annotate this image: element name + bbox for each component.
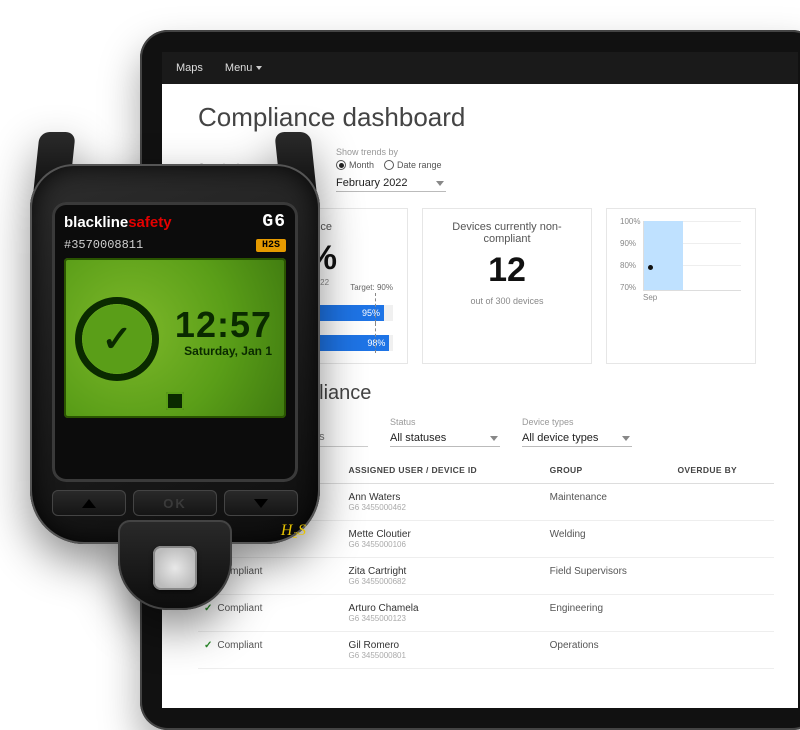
device-chin	[118, 520, 232, 610]
check-icon: ✓	[102, 318, 132, 360]
target-label: Target: 90%	[350, 283, 393, 292]
filter-status: Status All statuses	[390, 417, 500, 447]
sensor-icon	[153, 546, 197, 590]
device-id: G6 3455000462	[349, 503, 538, 512]
card-trend: 100% 90% 80% 70% Sep	[606, 208, 756, 364]
user-name: Ann Waters	[349, 492, 538, 503]
device-up-button[interactable]	[52, 490, 126, 516]
trend-tick: 90%	[620, 239, 636, 248]
bar-cal-value: 98%	[367, 338, 385, 348]
top-nav: Maps Menu	[162, 52, 798, 84]
device-serial: #3570008811	[64, 238, 143, 252]
brand-blackline: blackline	[64, 214, 128, 231]
nav-maps-label: Maps	[176, 62, 203, 74]
device-id: G6 3455000123	[349, 614, 538, 623]
trends-radio-group: Month Date range	[336, 160, 446, 170]
overdue-cell	[671, 595, 774, 632]
device-model: G6	[262, 212, 286, 232]
gas-script-label: H₂S	[281, 522, 306, 540]
overdue-cell	[671, 484, 774, 521]
device-screen: ✓ 12:57 Saturday, Jan 1	[64, 258, 286, 418]
triangle-down-icon	[254, 499, 268, 508]
device-id: G6 3455000106	[349, 540, 538, 549]
user-name: Mette Cloutier	[349, 529, 538, 540]
page-title: Compliance dashboard	[198, 102, 774, 133]
status-text: Compliant	[217, 640, 262, 651]
overdue-cell	[671, 632, 774, 669]
radio-range-label: Date range	[397, 160, 442, 170]
device-date: Saturday, Jan 1	[184, 344, 272, 358]
group-cell: Maintenance	[544, 484, 672, 521]
brand-safety: safety	[128, 214, 171, 231]
device-id: G6 3455000801	[349, 651, 538, 660]
trend-xstart: Sep	[643, 293, 741, 302]
filter-trends: Show trends by Month Date range February…	[336, 147, 446, 192]
trend-tick: 70%	[620, 283, 636, 292]
status-label: Status	[390, 417, 500, 427]
g6-device: blacklinesafety G6 #3570008811 H2S ✓ 12:…	[10, 150, 340, 620]
month-value: February 2022	[336, 177, 408, 189]
trend-tick: 80%	[620, 261, 636, 270]
noncompliant-sub: out of 300 devices	[437, 296, 577, 306]
check-icon: ✓	[204, 640, 212, 651]
status-cell: ✓ Compliant	[204, 640, 337, 651]
device-face: blacklinesafety G6 #3570008811 H2S ✓ 12:…	[52, 202, 298, 482]
card-noncompliant: Devices currently non-compliant 12 out o…	[422, 208, 592, 364]
radio-month-label: Month	[349, 160, 374, 170]
device-ok-button[interactable]: OK	[133, 490, 217, 516]
status-ok-icon: ✓	[80, 302, 154, 376]
nav-menu-label: Menu	[225, 62, 253, 74]
user-name: Gil Romero	[349, 640, 538, 651]
col-group[interactable]: GROUP	[544, 457, 672, 484]
device-serial-row: #3570008811 H2S	[64, 238, 286, 252]
bar-bump-value: 95%	[362, 308, 380, 318]
types-value: All device types	[522, 432, 598, 444]
table-row[interactable]: ✓ Compliant Gil RomeroG6 3455000801 Operati…	[198, 632, 774, 669]
nav-menu[interactable]: Menu	[225, 62, 263, 74]
group-cell: Operations	[544, 632, 672, 669]
radio-off-icon	[384, 160, 394, 170]
col-overdue[interactable]: OVERDUE BY	[671, 457, 774, 484]
trend-area	[644, 221, 683, 290]
month-select[interactable]: February 2022	[336, 175, 446, 192]
filter-device-types: Device types All device types	[522, 417, 632, 447]
group-cell: Engineering	[544, 595, 672, 632]
target-line-icon	[375, 293, 376, 323]
user-name: Zita Cartright	[349, 566, 538, 577]
noncompliant-value: 12	[437, 251, 577, 290]
types-select[interactable]: All device types	[522, 430, 632, 447]
overdue-cell	[671, 521, 774, 558]
device-down-button[interactable]	[224, 490, 298, 516]
user-name: Arturo Chamela	[349, 603, 538, 614]
card-noncompliant-title: Devices currently non-compliant	[437, 221, 577, 245]
qr-icon	[166, 392, 184, 410]
device-button-row: OK	[52, 490, 298, 516]
device-id: G6 3455000682	[349, 577, 538, 586]
device-clock: 12:57	[175, 304, 272, 346]
gas-badge: H2S	[256, 239, 286, 252]
col-user[interactable]: ASSIGNED USER / DEVICE ID	[343, 457, 544, 484]
group-cell: Welding	[544, 521, 672, 558]
triangle-up-icon	[82, 499, 96, 508]
nav-maps[interactable]: Maps	[176, 62, 203, 74]
radio-date-range[interactable]: Date range	[384, 160, 442, 170]
trend-chart: 100% 90% 80% 70%	[643, 221, 741, 291]
status-select[interactable]: All statuses	[390, 430, 500, 447]
trend-point	[648, 265, 653, 270]
ok-label: OK	[163, 496, 187, 511]
types-label: Device types	[522, 417, 632, 427]
trends-label: Show trends by	[336, 147, 446, 157]
target-line-icon	[375, 323, 376, 353]
overdue-cell	[671, 558, 774, 595]
status-value: All statuses	[390, 432, 446, 444]
chevron-down-icon	[256, 66, 262, 70]
device-brand: blacklinesafety G6	[64, 212, 286, 232]
group-cell: Field Supervisors	[544, 558, 672, 595]
trend-tick: 100%	[620, 217, 640, 226]
radio-month[interactable]: Month	[336, 160, 374, 170]
